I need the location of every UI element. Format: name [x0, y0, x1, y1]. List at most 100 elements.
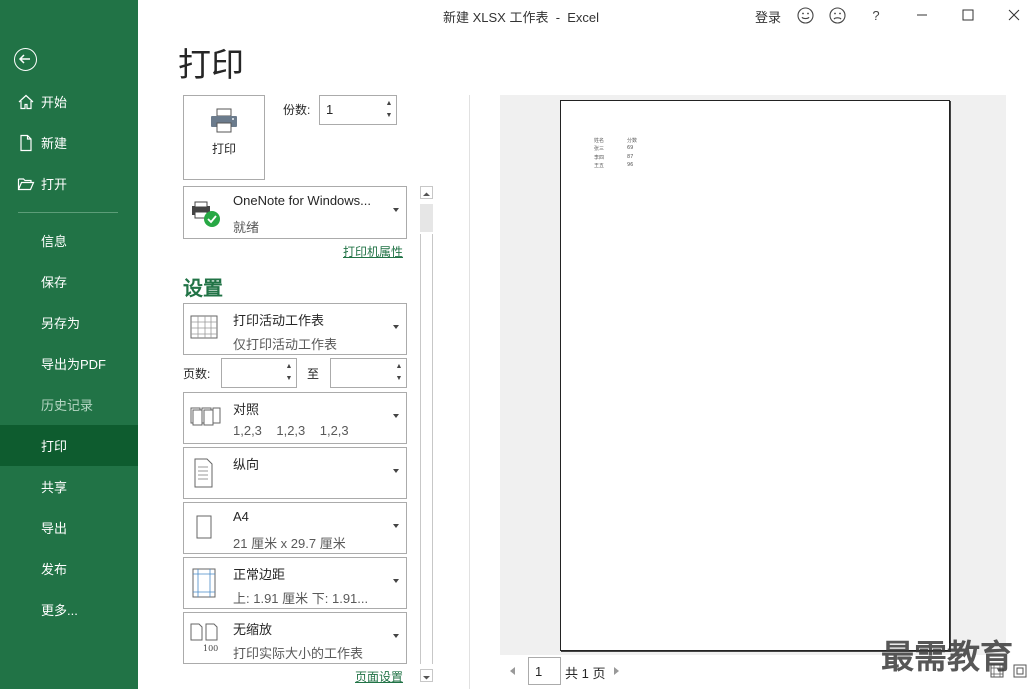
sidebar-item-label: 信息 [41, 234, 68, 249]
sidebar-item-more[interactable]: 更多... [0, 589, 138, 630]
page-setup-link[interactable]: 页面设置 [355, 668, 403, 685]
sidebar-item-print[interactable]: 打印 [0, 425, 138, 466]
sidebar-item-save-as[interactable]: 另存为 [0, 302, 138, 343]
pages-to-stepper[interactable]: ▲ ▼ [330, 358, 407, 388]
scroll-down-button[interactable] [420, 669, 433, 682]
sidebar-item-share[interactable]: 共享 [0, 466, 138, 507]
collate-sub: 1,2,3 1,2,3 1,2,3 [233, 423, 349, 438]
collate-dropdown[interactable]: 对照 1,2,3 1,2,3 1,2,3 [183, 392, 407, 444]
sidebar-item-save[interactable]: 保存 [0, 261, 138, 302]
sidebar-item-label: 打印 [41, 439, 68, 454]
pages-label: 页数: [183, 367, 211, 381]
scroll-track[interactable] [420, 234, 433, 664]
sidebar-item-export-pdf[interactable]: 导出为PDF [0, 343, 138, 384]
back-arrow-icon [18, 54, 30, 64]
chevron-down-icon [393, 579, 399, 583]
pane-divider [469, 95, 470, 689]
chevron-down-icon [393, 524, 399, 528]
printer-properties-link[interactable]: 打印机属性 [343, 243, 403, 260]
help-button[interactable]: ? [867, 6, 885, 24]
page-number-input[interactable]: 1 [528, 657, 561, 685]
next-page-icon[interactable] [614, 667, 619, 675]
preview-cell: 96 [627, 162, 634, 168]
sidebar-item-export[interactable]: 导出 [0, 507, 138, 548]
stepper-arrows-icon[interactable]: ▲ ▼ [285, 361, 293, 385]
margins-dropdown[interactable]: 正常边距 上: 1.91 厘米 下: 1.91... [183, 557, 407, 609]
home-icon [18, 94, 34, 109]
sidebar-item-label: 历史记录 [41, 398, 94, 413]
maximize-icon[interactable] [959, 6, 977, 24]
orientation-dropdown[interactable]: 纵向 [183, 447, 407, 499]
margins-icon [192, 568, 216, 598]
no-scaling-icon: 100 [190, 623, 218, 653]
paper-a4-icon [196, 515, 212, 539]
printer-ready-icon [192, 201, 220, 227]
preview-cell: 87 [627, 154, 634, 160]
sidebar-item-info[interactable]: 信息 [0, 220, 138, 261]
window-title: 新建 XLSX 工作表 - Excel [443, 10, 600, 25]
margins-title: 正常边距 [233, 567, 286, 582]
scaling-dropdown[interactable]: 100 无缩放 打印实际大小的工作表 [183, 612, 407, 664]
chevron-down-icon [393, 414, 399, 418]
sidebar-divider [18, 212, 118, 213]
login-link[interactable]: 登录 [755, 7, 781, 26]
sidebar-item-label: 开始 [41, 95, 68, 110]
sidebar-item-publish[interactable]: 发布 [0, 548, 138, 589]
open-folder-icon [17, 177, 35, 190]
frown-feedback-icon[interactable] [828, 6, 846, 24]
paper-size-dropdown[interactable]: A4 21 厘米 x 29.7 厘米 [183, 502, 407, 554]
preview-cell: 姓名 [594, 138, 605, 144]
print-what-dropdown[interactable]: 打印活动工作表 仅打印活动工作表 [183, 303, 407, 355]
copies-stepper[interactable]: 1 ▲ ▼ [319, 95, 397, 125]
preview-cell: 张三 [594, 146, 605, 152]
smiley-feedback-icon[interactable] [796, 6, 814, 24]
chevron-down-icon [393, 208, 399, 212]
close-icon[interactable] [1005, 6, 1023, 24]
back-button[interactable] [14, 48, 37, 71]
sidebar-item-new[interactable]: 新建 [0, 122, 138, 163]
print-what-title: 打印活动工作表 [233, 313, 325, 328]
settings-scrollbar[interactable] [419, 186, 434, 686]
page-title: 打印 [178, 46, 244, 83]
chevron-down-icon [393, 469, 399, 473]
sidebar-item-label: 共享 [41, 480, 68, 495]
stepper-arrows-icon[interactable]: ▲ ▼ [385, 98, 393, 122]
sidebar-item-label: 更多... [41, 603, 78, 618]
chevron-down-icon [393, 325, 399, 329]
to-label: 至 [307, 367, 320, 381]
settings-heading: 设置 [183, 278, 223, 300]
preview-cell: 分数 [627, 138, 638, 144]
scaling-sub: 打印实际大小的工作表 [233, 646, 364, 661]
watermark: 最需教育 [881, 637, 1013, 676]
sidebar-item-label: 发布 [41, 562, 68, 577]
page-total: 共 1 页 [565, 666, 606, 681]
preview-cell: 李四 [594, 155, 605, 161]
scroll-thumb[interactable] [420, 204, 433, 232]
copies-label: 份数: [283, 103, 311, 117]
backstage-sidebar: 开始 新建 打开 信息 保存 另存为 导出为PDF 历史记录 打印 共享 导出 … [0, 0, 138, 689]
sidebar-item-open[interactable]: 打开 [0, 163, 138, 204]
preview-cell: 69 [627, 145, 634, 151]
sidebar-item-label: 导出 [41, 521, 68, 536]
printer-status: 就绪 [233, 220, 260, 235]
preview-cell: 王五 [594, 163, 605, 169]
sidebar-item-home[interactable]: 开始 [0, 81, 138, 122]
print-button[interactable]: 打印 [183, 95, 265, 180]
sidebar-item-history[interactable]: 历史记录 [0, 384, 138, 425]
preview-page: 姓名 分数 张三 69 李四 87 王五 96 [560, 100, 950, 651]
new-file-icon [20, 134, 32, 151]
sidebar-item-label: 导出为PDF [41, 357, 107, 372]
minimize-icon[interactable] [913, 6, 931, 24]
zoom-to-page-icon[interactable] [1013, 664, 1027, 683]
prev-page-icon[interactable] [510, 667, 515, 675]
stepper-arrows-icon[interactable]: ▲ ▼ [395, 361, 403, 385]
paper-title: A4 [233, 509, 249, 524]
sidebar-item-label: 新建 [41, 136, 68, 151]
paper-sub: 21 厘米 x 29.7 厘米 [233, 536, 346, 551]
sidebar-item-label: 保存 [41, 275, 68, 290]
printer-icon [211, 108, 237, 133]
scroll-up-button[interactable] [420, 186, 433, 199]
printer-dropdown[interactable]: OneNote for Windows... 就绪 [183, 186, 407, 239]
print-what-sub: 仅打印活动工作表 [233, 337, 338, 352]
pages-from-stepper[interactable]: ▲ ▼ [221, 358, 297, 388]
